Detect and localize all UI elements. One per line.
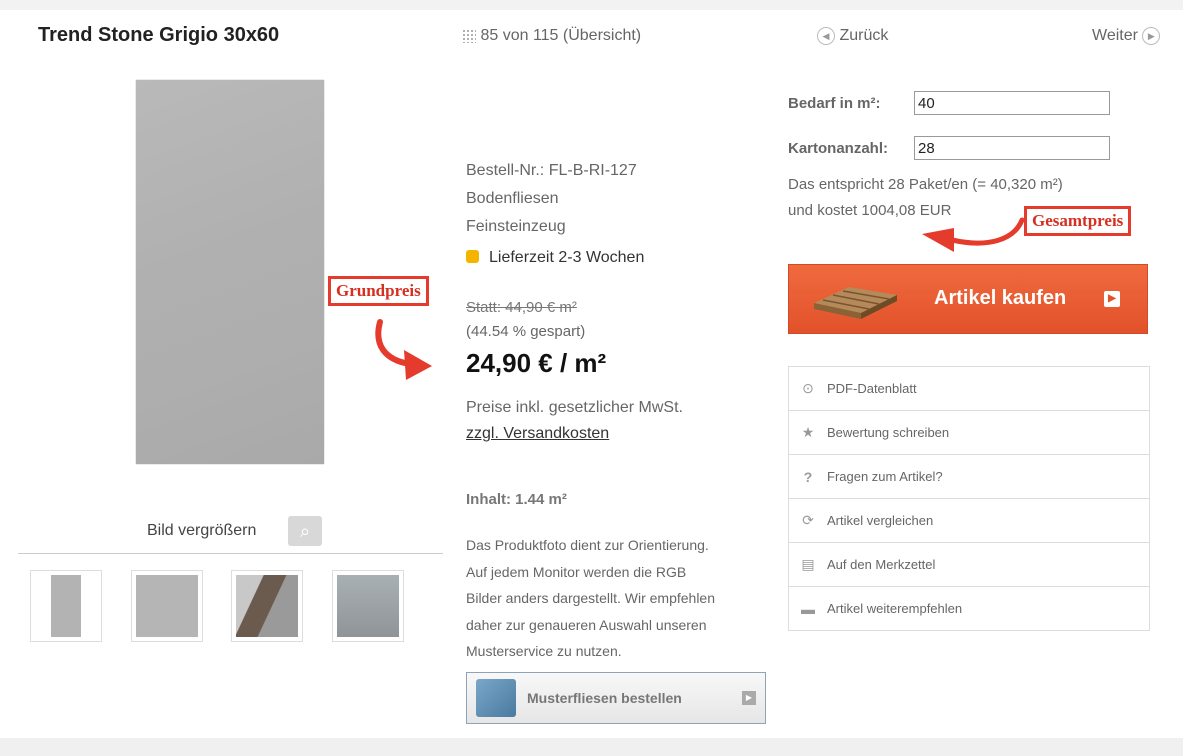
arrow-right-icon: ▶ <box>1104 291 1120 307</box>
thumbnail-3[interactable] <box>231 570 303 642</box>
order-number: Bestell-Nr.: FL-B-RI-127 <box>466 162 637 179</box>
action-label: Auf den Merkzettel <box>827 557 936 572</box>
buy-button[interactable]: Artikel kaufen ▶ <box>788 264 1148 334</box>
play-circle-icon: ⊙ <box>802 380 814 396</box>
action-list: ⊙ PDF-Datenblatt ★ Bewertung schreiben ? Fr… <box>788 366 1150 631</box>
refresh-icon: ⟳ <box>802 512 814 528</box>
shipping-link[interactable]: zzgl. Versandkosten <box>466 420 609 448</box>
thumbnail-4[interactable] <box>332 570 404 642</box>
disclaimer-line: Musterservice zu nutzen. <box>466 643 622 659</box>
tax-note: Preise inkl. gesetzlicher MwSt. <box>466 399 683 416</box>
gallery-divider <box>18 553 443 554</box>
zoom-label[interactable]: Bild vergrößern <box>147 522 256 540</box>
disclaimer: Das Produktfoto dient zur Orientierung. … <box>466 532 715 665</box>
buy-button-label: Artikel kaufen <box>934 287 1067 309</box>
delivery-label: Lieferzeit 2-3 Wochen <box>489 249 645 266</box>
sample-order-button[interactable]: Musterfliesen bestellen ▶ <box>466 672 766 724</box>
chat-icon: ▬ <box>801 600 815 617</box>
annotation-base-price: Grundpreis <box>328 276 429 306</box>
bottom-bar <box>0 738 1183 756</box>
action-label: Fragen zum Artikel? <box>827 469 943 484</box>
category: Bodenfliesen <box>466 190 559 207</box>
saving: (44.54 % gespart) <box>466 323 586 340</box>
cartons-label: Kartonanzahl: <box>788 140 889 157</box>
back-link[interactable]: ◀ Zurück <box>817 27 888 45</box>
overview-label: 85 von 115 (Übersicht) <box>480 27 642 44</box>
action-review[interactable]: ★ Bewertung schreiben <box>789 411 1149 455</box>
disclaimer-line: Das Produktfoto dient zur Orientierung. <box>466 537 709 553</box>
disclaimer-line: Auf jedem Monitor werden die RGB <box>466 563 687 580</box>
action-label: Artikel vergleichen <box>827 513 934 528</box>
action-label: PDF-Datenblatt <box>827 381 917 396</box>
action-label: Bewertung schreiben <box>827 425 950 440</box>
annotation-total-price: Gesamtpreis <box>1024 206 1132 236</box>
sample-button-label: Musterfliesen bestellen <box>527 690 682 706</box>
action-wishlist[interactable]: ▤ Auf den Merkzettel <box>789 543 1149 587</box>
cartons-input[interactable]: 28 <box>914 136 1110 160</box>
action-compare[interactable]: ⟳ Artikel vergleichen <box>789 499 1149 543</box>
need-input[interactable]: 40 <box>914 91 1110 115</box>
action-label: Artikel weiterempfehlen <box>827 601 963 616</box>
notepad-icon: ▤ <box>801 556 815 572</box>
chevron-left-icon: ◀ <box>817 27 835 45</box>
action-pdf[interactable]: ⊙ PDF-Datenblatt <box>789 367 1149 411</box>
content: Inhalt: 1.44 m² <box>466 491 567 508</box>
material: Feinsteinzeug <box>466 218 566 235</box>
annotation-arrow-total-price <box>922 217 1024 252</box>
overview-link[interactable]: 85 von 115 (Übersicht) <box>462 27 641 45</box>
product-image[interactable] <box>136 80 324 464</box>
pallet-icon <box>814 287 897 319</box>
price: 24,90 € / m² <box>466 348 607 378</box>
calc-summary-1: Das entspricht 28 Paket/en (= 40,320 m²) <box>788 176 1063 193</box>
star-icon: ★ <box>801 424 815 440</box>
product-title: Trend Stone Grigio 30x60 <box>38 24 280 46</box>
action-question[interactable]: ? Fragen zum Artikel? <box>789 455 1149 499</box>
arrow-right-icon: ▶ <box>742 691 756 705</box>
delivery-status-icon <box>466 250 479 263</box>
thumbnail-1[interactable] <box>30 570 102 642</box>
sample-box-icon <box>476 679 516 717</box>
grid-icon <box>462 28 476 43</box>
product-info: Bestell-Nr.: FL-B-RI-127 Bodenfliesen Fe… <box>466 157 644 272</box>
chevron-right-icon: ▶ <box>1142 27 1161 45</box>
back-label: Zurück <box>839 27 889 45</box>
question-icon: ? <box>803 468 813 485</box>
next-label: Weiter <box>1092 27 1138 45</box>
top-bar <box>0 0 1183 10</box>
next-link[interactable]: Weiter ▶ <box>1092 27 1161 45</box>
magnifier-icon: ⌕ <box>299 521 311 541</box>
disclaimer-line: daher zur genaueren Auswahl unseren <box>466 616 707 633</box>
need-label: Bedarf in m²: <box>788 95 881 112</box>
action-recommend[interactable]: ▬ Artikel weiterempfehlen <box>789 587 1149 630</box>
disclaimer-line: Bilder anders dargestellt. Wir empfehlen <box>466 590 716 606</box>
thumbnail-2[interactable] <box>131 570 203 642</box>
annotation-arrow-base-price <box>375 319 432 380</box>
zoom-button[interactable]: ⌕ <box>288 516 322 546</box>
delivery-time: Lieferzeit 2-3 Wochen <box>466 244 644 272</box>
